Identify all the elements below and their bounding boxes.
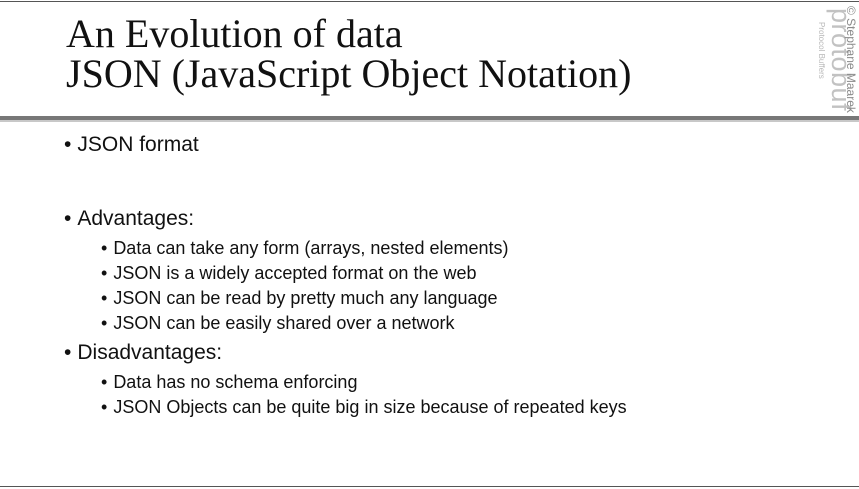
advantage-item: • JSON can be easily shared over a networ… — [101, 313, 455, 333]
bullet-dot: • — [101, 372, 108, 392]
bullet-dot: • — [64, 133, 72, 156]
slide-content: • JSON format • Advantages: • Data can take… — [64, 128, 844, 420]
title-divider-shadow — [0, 120, 859, 122]
bullet-dot: • — [64, 207, 72, 230]
advantage-item: • JSON can be read by pretty much any lan… — [101, 288, 498, 308]
bullet-dot: • — [64, 341, 72, 364]
bullet-dot: • — [101, 397, 108, 417]
disadvantage-item: • JSON Objects can be quite big in size b… — [101, 397, 627, 417]
title-line-1: An Evolution of data — [66, 11, 403, 56]
disadvantage-item: • Data has no schema enforcing — [101, 372, 358, 392]
bullet-advantages: • Advantages: — [64, 207, 195, 230]
bullet-disadvantages: • Disadvantages: — [64, 341, 223, 364]
copyright-notice: © Stephane Maarek — [844, 6, 858, 113]
bullet-dot: • — [101, 288, 108, 308]
advantage-item: • JSON is a widely accepted format on the… — [101, 263, 477, 283]
bottom-border — [0, 486, 859, 487]
top-border — [0, 1, 859, 2]
protocol-buffers-subtitle: Protocol Buffers — [817, 22, 826, 79]
title-line-2: JSON (JavaScript Object Notation) — [66, 51, 632, 96]
bullet-dot: • — [101, 313, 108, 333]
bullet-json-format: • JSON format — [64, 133, 199, 156]
slide-title: An Evolution of data JSON (JavaScript Ob… — [66, 14, 631, 94]
advantage-item: • Data can take any form (arrays, nested … — [101, 238, 509, 258]
bullet-dot: • — [101, 263, 108, 283]
bullet-dot: • — [101, 238, 108, 258]
